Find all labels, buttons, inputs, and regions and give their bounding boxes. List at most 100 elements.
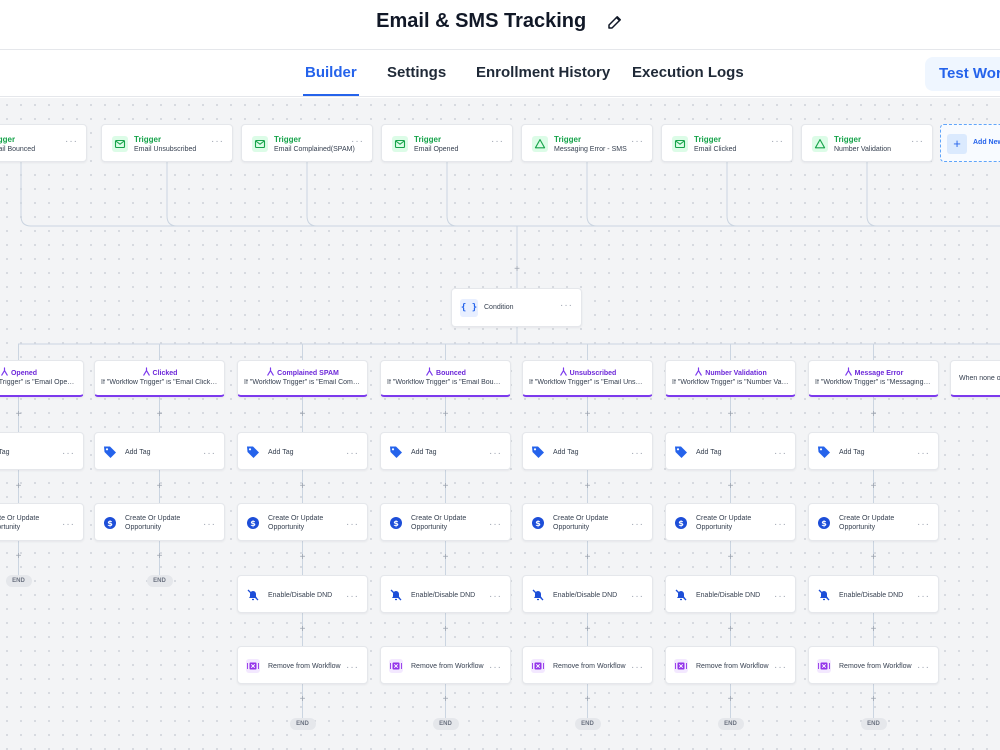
remove-from-workflow-action[interactable]: Remove from Workflow ···	[522, 646, 653, 684]
more-options-icon[interactable]: ···	[489, 449, 502, 459]
more-options-icon[interactable]: ···	[774, 449, 787, 459]
dnd-action[interactable]: Enable/Disable DND ···	[522, 575, 653, 613]
add-step-plus-icon[interactable]: +	[726, 481, 736, 492]
branch-node[interactable]: Clicked If "Workflow Trigger" is "Email C…	[94, 360, 225, 397]
add-step-plus-icon[interactable]: +	[441, 695, 451, 705]
create-opportunity-action[interactable]: $Create Or UpdateOpportunity···	[380, 503, 511, 541]
add-step-plus-icon[interactable]: +	[869, 624, 879, 635]
more-options-icon[interactable]: ···	[774, 592, 787, 602]
more-options-icon[interactable]: ···	[631, 137, 644, 147]
more-options-icon[interactable]: ···	[560, 301, 573, 311]
add-tag-action[interactable]: Add Tag ···	[237, 432, 368, 470]
more-options-icon[interactable]: ···	[911, 137, 924, 147]
more-options-icon[interactable]: ···	[917, 449, 930, 459]
add-step-plus-icon[interactable]: +	[726, 624, 736, 635]
add-step-plus-icon[interactable]: +	[441, 409, 451, 420]
add-step-plus-icon[interactable]: +	[583, 409, 593, 420]
tab-execution-logs[interactable]: Execution Logs	[632, 64, 744, 81]
more-options-icon[interactable]: ···	[489, 663, 502, 673]
dnd-action[interactable]: Enable/Disable DND ···	[665, 575, 796, 613]
add-tag-action[interactable]: Add Tag ···	[94, 432, 225, 470]
remove-from-workflow-action[interactable]: Remove from Workflow ···	[665, 646, 796, 684]
add-step-plus-icon[interactable]: +	[298, 409, 308, 420]
branch-node[interactable]: Complained SPAM If "Workflow Trigger" is …	[237, 360, 368, 397]
more-options-icon[interactable]: ···	[489, 592, 502, 602]
more-options-icon[interactable]: ···	[65, 137, 78, 147]
more-options-icon[interactable]: ···	[631, 663, 644, 673]
pencil-icon[interactable]	[606, 13, 624, 31]
more-options-icon[interactable]: ···	[917, 592, 930, 602]
create-opportunity-action[interactable]: $Create Or UpdateOpportunity···	[665, 503, 796, 541]
add-tag-action[interactable]: Add Tag ···	[522, 432, 653, 470]
add-step-plus-icon[interactable]: +	[441, 481, 451, 492]
create-opportunity-action[interactable]: $Create Or UpdateOpportunity···	[0, 503, 84, 541]
branch-node[interactable]: Unsubscribed If "Workflow Trigger" is "Em…	[522, 360, 653, 397]
add-step-plus-icon[interactable]: +	[869, 695, 879, 705]
trigger-card[interactable]: Trigger Email Clicked ···	[661, 124, 793, 162]
more-options-icon[interactable]: ···	[346, 663, 359, 673]
dnd-action[interactable]: Enable/Disable DND ···	[237, 575, 368, 613]
add-tag-action[interactable]: Add Tag ···	[380, 432, 511, 470]
add-tag-action[interactable]: Add Tag ···	[0, 432, 84, 470]
add-step-plus-icon[interactable]: +	[14, 552, 24, 562]
more-options-icon[interactable]: ···	[917, 663, 930, 673]
more-options-icon[interactable]: ···	[211, 137, 224, 147]
add-step-plus-icon[interactable]: +	[869, 481, 879, 492]
add-step-plus-icon[interactable]: +	[512, 265, 522, 275]
remove-from-workflow-action[interactable]: Remove from Workflow ···	[237, 646, 368, 684]
tab-builder[interactable]: Builder	[303, 64, 359, 96]
add-step-plus-icon[interactable]: +	[583, 553, 593, 563]
trigger-card[interactable]: Trigger Email Complained(SPAM) ···	[241, 124, 373, 162]
tab-settings[interactable]: Settings	[387, 64, 446, 81]
add-step-plus-icon[interactable]: +	[155, 552, 165, 562]
more-options-icon[interactable]: ···	[491, 137, 504, 147]
trigger-card[interactable]: Trigger Email Bounced ···	[0, 124, 87, 162]
add-tag-action[interactable]: Add Tag ···	[808, 432, 939, 470]
tab-enrollment-history[interactable]: Enrollment History	[476, 64, 610, 81]
more-options-icon[interactable]: ···	[774, 520, 787, 530]
more-options-icon[interactable]: ···	[346, 520, 359, 530]
dnd-action[interactable]: Enable/Disable DND ···	[380, 575, 511, 613]
more-options-icon[interactable]: ···	[631, 520, 644, 530]
add-tag-action[interactable]: Add Tag ···	[665, 432, 796, 470]
add-step-plus-icon[interactable]: +	[726, 553, 736, 563]
create-opportunity-action[interactable]: $Create Or UpdateOpportunity···	[522, 503, 653, 541]
add-step-plus-icon[interactable]: +	[155, 409, 165, 420]
more-options-icon[interactable]: ···	[917, 520, 930, 530]
add-step-plus-icon[interactable]: +	[441, 624, 451, 635]
more-options-icon[interactable]: ···	[631, 449, 644, 459]
trigger-card[interactable]: Trigger Email Opened ···	[381, 124, 513, 162]
add-step-plus-icon[interactable]: +	[14, 481, 24, 492]
trigger-card[interactable]: Trigger Number Validation ···	[801, 124, 933, 162]
branch-node[interactable]: When none o	[950, 360, 1000, 397]
more-options-icon[interactable]: ···	[203, 449, 216, 459]
branch-node[interactable]: Message Error If "Workflow Trigger" is "M…	[808, 360, 939, 397]
more-options-icon[interactable]: ···	[346, 449, 359, 459]
add-step-plus-icon[interactable]: +	[441, 553, 451, 563]
more-options-icon[interactable]: ···	[631, 592, 644, 602]
test-workflow-button[interactable]: Test Work	[925, 57, 1000, 91]
add-new-trigger-button[interactable]: + Add New	[940, 124, 1000, 162]
add-step-plus-icon[interactable]: +	[298, 695, 308, 705]
create-opportunity-action[interactable]: $Create Or UpdateOpportunity···	[94, 503, 225, 541]
add-step-plus-icon[interactable]: +	[583, 624, 593, 635]
remove-from-workflow-action[interactable]: Remove from Workflow ···	[808, 646, 939, 684]
more-options-icon[interactable]: ···	[62, 449, 75, 459]
add-step-plus-icon[interactable]: +	[726, 695, 736, 705]
add-step-plus-icon[interactable]: +	[869, 409, 879, 420]
add-step-plus-icon[interactable]: +	[298, 553, 308, 563]
trigger-card[interactable]: Trigger Email Unsubscribed ···	[101, 124, 233, 162]
branch-node[interactable]: Number Validation If "Workflow Trigger" i…	[665, 360, 796, 397]
dnd-action[interactable]: Enable/Disable DND ···	[808, 575, 939, 613]
more-options-icon[interactable]: ···	[771, 137, 784, 147]
create-opportunity-action[interactable]: $Create Or UpdateOpportunity···	[808, 503, 939, 541]
branch-node[interactable]: Bounced If "Workflow Trigger" is "Email B…	[380, 360, 511, 397]
add-step-plus-icon[interactable]: +	[583, 481, 593, 492]
add-step-plus-icon[interactable]: +	[298, 481, 308, 492]
workflow-canvas[interactable]: Trigger Email Bounced ··· Trigger Email Unsu…	[0, 98, 1000, 750]
branch-node[interactable]: Opened If "Workflow Trigger" is "Email Op…	[0, 360, 84, 397]
create-opportunity-action[interactable]: $Create Or UpdateOpportunity···	[237, 503, 368, 541]
more-options-icon[interactable]: ···	[203, 520, 216, 530]
more-options-icon[interactable]: ···	[351, 137, 364, 147]
add-step-plus-icon[interactable]: +	[298, 624, 308, 635]
